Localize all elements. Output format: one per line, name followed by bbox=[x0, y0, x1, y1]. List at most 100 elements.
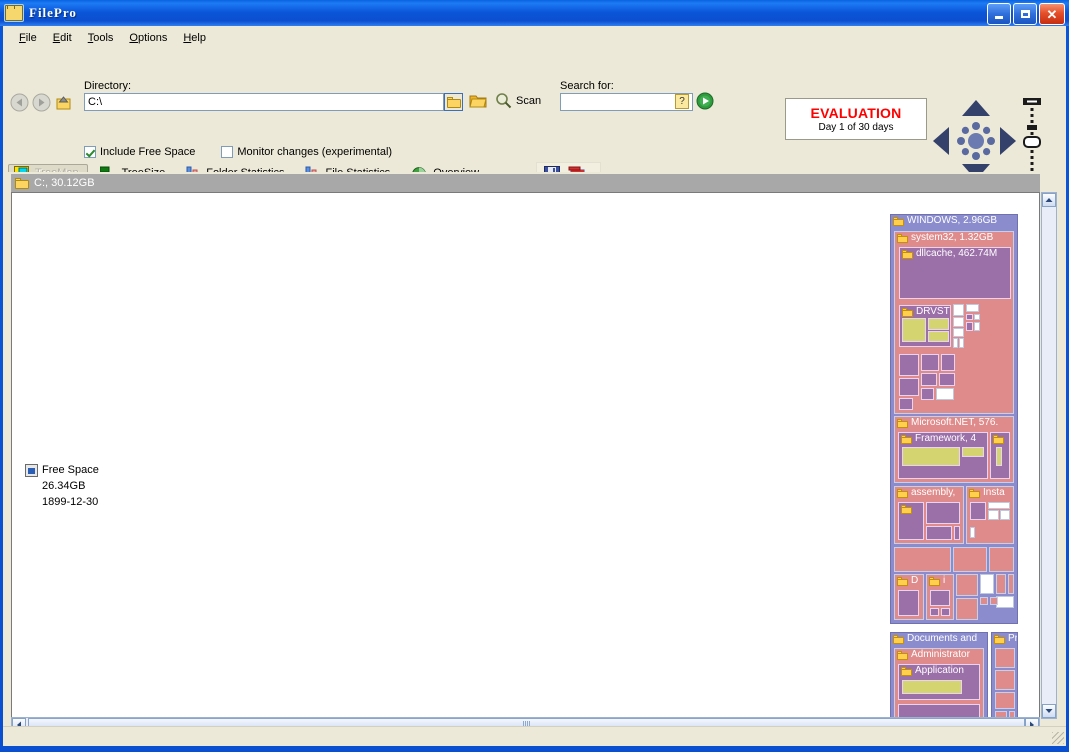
treemap-leaf[interactable] bbox=[996, 596, 1014, 608]
treemap-leaf[interactable] bbox=[954, 526, 960, 540]
pan-center-button[interactable] bbox=[955, 120, 997, 162]
vertical-scrollbar[interactable] bbox=[1041, 192, 1057, 719]
checkbox-include-free-space[interactable]: Include Free Space bbox=[84, 146, 195, 158]
panel-header-label: C:, 30.12GB bbox=[34, 177, 95, 189]
treemap-leaf[interactable] bbox=[928, 318, 949, 330]
treemap-leaf[interactable] bbox=[926, 526, 952, 540]
search-input[interactable] bbox=[560, 93, 693, 111]
treemap-leaf[interactable] bbox=[995, 648, 1015, 668]
search-help-button[interactable]: ? bbox=[675, 94, 689, 109]
treemap-leaf[interactable] bbox=[921, 373, 937, 386]
directory-input[interactable] bbox=[84, 93, 444, 111]
treemap-leaf[interactable] bbox=[989, 547, 1014, 572]
title-bar[interactable]: FilePro ✕ bbox=[0, 0, 1069, 26]
treemap-leaf[interactable] bbox=[899, 378, 919, 396]
scroll-down-button[interactable] bbox=[1042, 704, 1056, 718]
menu-file[interactable]: File bbox=[11, 31, 45, 45]
treemap-leaf[interactable] bbox=[953, 338, 958, 348]
search-go-button[interactable] bbox=[696, 92, 714, 113]
treemap-leaf[interactable] bbox=[902, 447, 960, 466]
treemap-leaf[interactable] bbox=[959, 338, 964, 348]
resize-grip-icon[interactable] bbox=[1052, 732, 1064, 744]
scan-label: Scan bbox=[516, 94, 542, 107]
checkbox-monitor-changes[interactable]: Monitor changes (experimental) bbox=[221, 146, 392, 158]
directory-browse-button[interactable] bbox=[444, 93, 463, 111]
scan-button[interactable]: Scan bbox=[495, 92, 541, 109]
treemap-leaf[interactable] bbox=[974, 322, 980, 331]
treemap-canvas[interactable]: Free Space 26.34GB 1899-12-30 WINDOWS, 2… bbox=[11, 192, 1040, 719]
treemap-leaf[interactable] bbox=[930, 590, 950, 606]
maximize-button[interactable] bbox=[1013, 3, 1037, 25]
pan-up-button[interactable] bbox=[959, 98, 993, 118]
status-bar bbox=[3, 726, 1066, 746]
treemap-leaf[interactable] bbox=[898, 502, 924, 540]
up-button[interactable] bbox=[54, 93, 73, 112]
treemap-leaf[interactable] bbox=[970, 502, 986, 520]
treemap-leaf[interactable] bbox=[953, 317, 964, 327]
checkbox-box[interactable] bbox=[84, 146, 96, 158]
treemap-leaf[interactable] bbox=[1008, 574, 1014, 594]
folder-icon bbox=[993, 434, 1004, 444]
treemap-leaf[interactable] bbox=[926, 502, 960, 524]
treemap-leaf[interactable] bbox=[898, 590, 919, 616]
checkbox-box[interactable] bbox=[221, 146, 234, 158]
treemap-leaf[interactable] bbox=[980, 574, 994, 594]
treemap-leaf[interactable] bbox=[990, 597, 998, 605]
treemap-leaf[interactable] bbox=[953, 328, 964, 337]
treemap-leaf[interactable] bbox=[966, 314, 973, 320]
treemap-leaf[interactable] bbox=[936, 388, 954, 400]
treemap-leaf[interactable] bbox=[902, 680, 962, 694]
treemap-leaf[interactable] bbox=[956, 598, 978, 620]
treemap-leaf[interactable] bbox=[962, 447, 984, 457]
treemap-leaf[interactable] bbox=[995, 670, 1015, 690]
minimize-button[interactable] bbox=[987, 3, 1011, 25]
treemap-leaf[interactable] bbox=[941, 608, 950, 616]
back-button[interactable] bbox=[10, 93, 29, 112]
zoom-slider[interactable] bbox=[1021, 98, 1043, 182]
treemap-leaf[interactable] bbox=[956, 574, 978, 596]
treemap-label: Administrator bbox=[895, 649, 983, 661]
menu-options[interactable]: Options bbox=[121, 31, 175, 45]
menu-edit[interactable]: Edit bbox=[45, 31, 80, 45]
treemap-leaf[interactable] bbox=[953, 547, 987, 572]
free-space-entry: Free Space 26.34GB 1899-12-30 bbox=[25, 462, 205, 510]
treemap-leaf[interactable] bbox=[1000, 510, 1010, 520]
folder-icon bbox=[902, 307, 913, 317]
treemap-leaf[interactable] bbox=[953, 304, 964, 316]
treemap-leaf[interactable] bbox=[930, 608, 939, 616]
treemap-leaf[interactable] bbox=[980, 597, 988, 605]
folder-icon bbox=[969, 488, 980, 498]
treemap-block-dllcache[interactable]: dllcache, 462.74M bbox=[899, 247, 1011, 299]
free-space-size: 26.34GB bbox=[42, 480, 86, 492]
treemap-leaf[interactable] bbox=[899, 398, 913, 410]
treemap-leaf[interactable] bbox=[899, 354, 919, 376]
treemap-leaf[interactable] bbox=[970, 527, 975, 538]
chevron-down-icon bbox=[1045, 709, 1053, 713]
treemap-leaf[interactable] bbox=[941, 354, 955, 371]
treemap-leaf[interactable] bbox=[894, 547, 951, 572]
close-button[interactable]: ✕ bbox=[1039, 3, 1065, 25]
treemap-leaf[interactable] bbox=[939, 373, 955, 386]
treemap-leaf[interactable] bbox=[996, 447, 1002, 466]
treemap-label: Framework, 4 bbox=[899, 433, 987, 445]
pan-right-button[interactable] bbox=[998, 124, 1018, 158]
treemap-leaf[interactable] bbox=[988, 502, 1010, 509]
treemap-leaf[interactable] bbox=[928, 331, 949, 342]
treemap-leaf[interactable] bbox=[921, 354, 939, 371]
treemap-leaf[interactable] bbox=[988, 510, 999, 520]
treemap-leaf[interactable] bbox=[966, 322, 973, 331]
treemap-leaf[interactable] bbox=[966, 304, 979, 312]
treemap-leaf[interactable] bbox=[921, 388, 934, 400]
forward-button[interactable] bbox=[32, 93, 51, 112]
pan-left-button[interactable] bbox=[931, 124, 951, 158]
menu-tools[interactable]: Tools bbox=[80, 31, 122, 45]
folder-icon bbox=[897, 576, 908, 586]
treemap-leaf[interactable] bbox=[902, 318, 926, 342]
menu-help[interactable]: Help bbox=[175, 31, 214, 45]
open-folder-button[interactable] bbox=[469, 93, 487, 112]
treemap-leaf[interactable] bbox=[974, 314, 980, 320]
folder-icon bbox=[901, 434, 912, 444]
treemap-leaf[interactable] bbox=[995, 692, 1015, 709]
treemap-leaf[interactable] bbox=[996, 574, 1006, 594]
scroll-up-button[interactable] bbox=[1042, 193, 1056, 207]
